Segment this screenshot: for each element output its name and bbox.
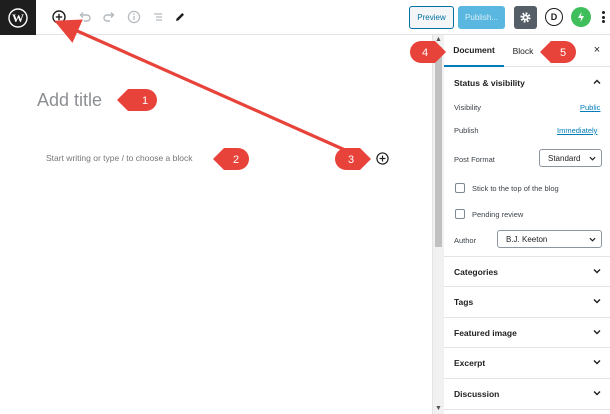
- publish-button[interactable]: Publish...: [458, 6, 505, 29]
- excerpt-panel-toggle[interactable]: Excerpt: [444, 347, 610, 377]
- chevron-up-icon: [593, 79, 601, 84]
- chevron-down-icon: [593, 269, 601, 274]
- redo-icon[interactable]: [100, 8, 118, 26]
- undo-icon[interactable]: [76, 8, 94, 26]
- tab-document[interactable]: Document: [444, 35, 504, 67]
- chevron-down-icon: [589, 156, 596, 161]
- pending-review-checkbox[interactable]: [455, 209, 465, 219]
- scrollbar-thumb[interactable]: [435, 47, 442, 247]
- chevron-down-icon: [593, 360, 601, 365]
- editor-scrollbar[interactable]: ▲ ▼: [432, 35, 444, 414]
- gear-icon: [520, 12, 531, 23]
- visibility-link[interactable]: Public: [580, 103, 600, 112]
- jetpack-icon[interactable]: [571, 7, 591, 27]
- default-block-appender[interactable]: Start writing or type / to choose a bloc…: [46, 153, 192, 163]
- categories-panel-toggle[interactable]: Categories: [444, 256, 610, 286]
- add-block-icon[interactable]: [50, 8, 68, 26]
- tags-panel-toggle[interactable]: Tags: [444, 286, 610, 316]
- info-icon[interactable]: [125, 8, 143, 26]
- chevron-down-icon: [589, 237, 596, 242]
- outline-icon[interactable]: [149, 8, 167, 26]
- chevron-down-icon: [593, 391, 601, 396]
- scroll-down-icon[interactable]: ▼: [435, 405, 442, 412]
- post-format-select[interactable]: Standard: [539, 149, 602, 167]
- sticky-checkbox[interactable]: [455, 183, 465, 193]
- wordpress-logo-icon[interactable]: W: [0, 0, 36, 35]
- scroll-up-icon[interactable]: ▲: [435, 36, 442, 43]
- d-plugin-button[interactable]: D: [545, 8, 563, 26]
- sticky-label: Stick to the top of the blog: [472, 184, 559, 193]
- panel-title: Excerpt: [454, 357, 486, 368]
- edit-tools-icon[interactable]: [171, 8, 189, 26]
- panel-title: Featured image: [454, 327, 517, 338]
- close-sidebar-icon[interactable]: ×: [590, 43, 604, 57]
- svg-text:W: W: [12, 11, 24, 25]
- chevron-down-icon: [593, 299, 601, 304]
- author-label: Author: [454, 236, 477, 245]
- panel-title: Categories: [454, 266, 498, 277]
- inline-add-block-icon[interactable]: [376, 152, 389, 165]
- panel-title: Status & visibility: [454, 78, 525, 88]
- featured-image-panel-toggle[interactable]: Featured image: [444, 317, 610, 347]
- tab-block[interactable]: Block: [506, 35, 540, 67]
- pending-review-label: Pending review: [472, 210, 524, 219]
- post-title-field[interactable]: Add title: [37, 90, 102, 111]
- post-format-value: Standard: [548, 153, 581, 163]
- publish-date-link[interactable]: Immediately: [557, 126, 597, 135]
- more-options-icon[interactable]: [599, 8, 607, 26]
- panel-title: Tags: [454, 296, 474, 307]
- settings-sidebar: Document Block × Status & visibility Vis…: [444, 35, 610, 414]
- author-select[interactable]: B.J. Keeton: [497, 230, 602, 248]
- publish-label: Publish: [454, 126, 479, 135]
- settings-button[interactable]: [514, 6, 537, 29]
- chevron-down-icon: [593, 330, 601, 335]
- discussion-panel-toggle[interactable]: Discussion: [444, 378, 610, 410]
- editor-canvas: Add title Start writing or type / to cho…: [0, 35, 432, 414]
- visibility-label: Visibility: [454, 103, 481, 112]
- editor-toolbar: W Preview Publish... D: [0, 0, 610, 35]
- post-format-label: Post Format: [454, 155, 495, 164]
- panel-title: Discussion: [454, 389, 500, 399]
- preview-button[interactable]: Preview: [409, 6, 454, 29]
- sidebar-tabs: Document Block ×: [444, 35, 610, 67]
- author-value: B.J. Keeton: [506, 234, 548, 244]
- status-visibility-panel-toggle[interactable]: Status & visibility: [444, 68, 610, 98]
